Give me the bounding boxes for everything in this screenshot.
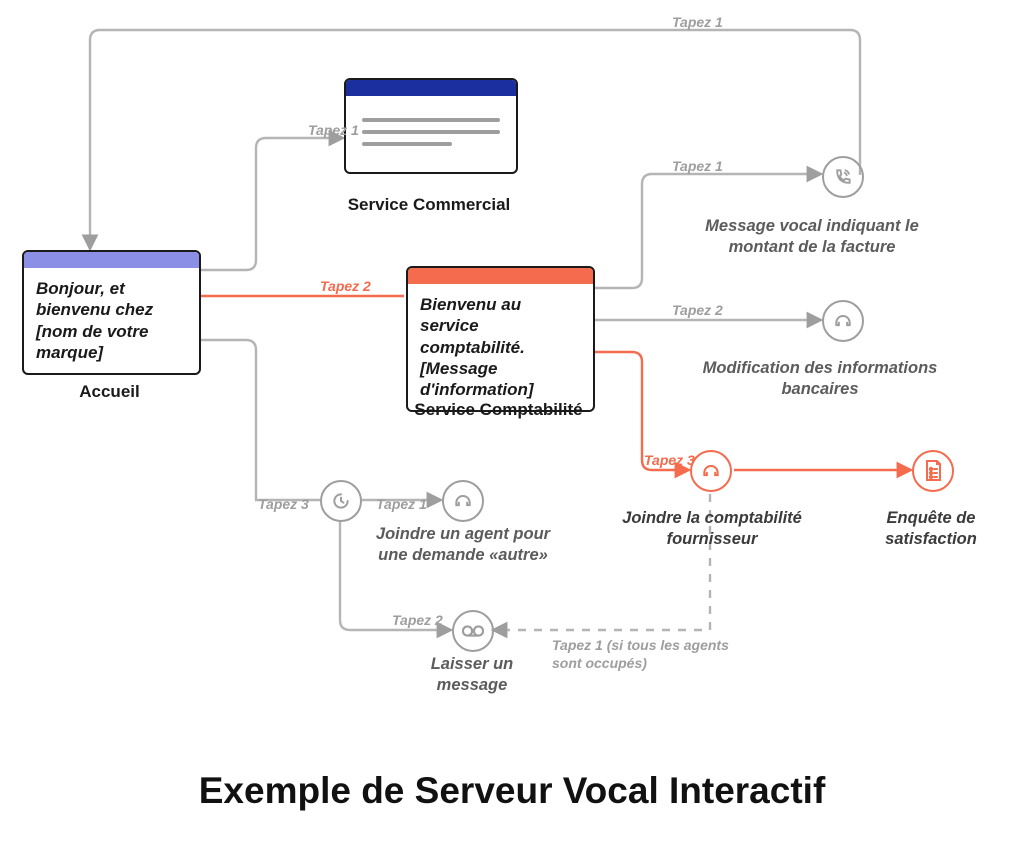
phone-voice-icon [822, 156, 864, 198]
edge-other-message: Tapez 2 [392, 612, 443, 628]
clock-icon [320, 480, 362, 522]
card-accueil-label: Accueil [22, 382, 197, 402]
edge-accueil-compta: Tapez 2 [320, 278, 371, 294]
edge-busy: Tapez 1 (si tous les agents sont occupés… [552, 636, 752, 672]
card-accueil-header [24, 252, 199, 268]
leaf-laisser: Laisser un message [412, 654, 532, 695]
card-commercial [344, 78, 518, 174]
placeholder-line [362, 142, 452, 146]
edge-loop-back: Tapez 1 [672, 14, 723, 30]
diagram-canvas: Bonjour, et bienvenu chez [nom de votre … [0, 0, 1024, 865]
headset-icon [822, 300, 864, 342]
headset-icon [690, 450, 732, 492]
card-accueil-text: Bonjour, et bienvenu chez [nom de votre … [24, 268, 199, 373]
edge-compta-voice: Tapez 1 [672, 158, 723, 174]
card-commercial-header [346, 80, 516, 96]
diagram-title: Exemple de Serveur Vocal Interactif [0, 770, 1024, 812]
card-commercial-label: Service Commercial [344, 195, 514, 215]
card-accueil: Bonjour, et bienvenu chez [nom de votre … [22, 250, 201, 375]
headset-icon [442, 480, 484, 522]
placeholder-line [362, 130, 500, 134]
card-comptabilite-text: Bienvenu au service comptabilité. [Messa… [408, 284, 593, 410]
leaf-fournisseur: Joindre la comptabilité fournisseur [612, 508, 812, 549]
placeholder-line [362, 118, 500, 122]
card-commercial-body [346, 96, 516, 172]
leaf-satisfaction: Enquête de satisfaction [866, 508, 996, 549]
edge-other-agent: Tapez 1 [376, 496, 427, 512]
edge-compta-fournisseur: Tapez 3 [644, 452, 695, 468]
card-comptabilite-header [408, 268, 593, 284]
voicemail-icon [452, 610, 494, 652]
survey-icon [912, 450, 954, 492]
edge-accueil-commercial: Tapez 1 [308, 122, 359, 138]
card-comptabilite: Bienvenu au service comptabilité. [Messa… [406, 266, 595, 412]
card-comptabilite-label: Service Comptabilité [396, 400, 601, 420]
leaf-bank: Modification des informations bancaires [700, 358, 940, 399]
edge-compta-bank: Tapez 2 [672, 302, 723, 318]
edge-accueil-other: Tapez 3 [258, 496, 309, 512]
leaf-voice: Message vocal indiquant le montant de la… [672, 216, 952, 257]
leaf-agent: Joindre un agent pour une demande «autre… [368, 524, 558, 565]
